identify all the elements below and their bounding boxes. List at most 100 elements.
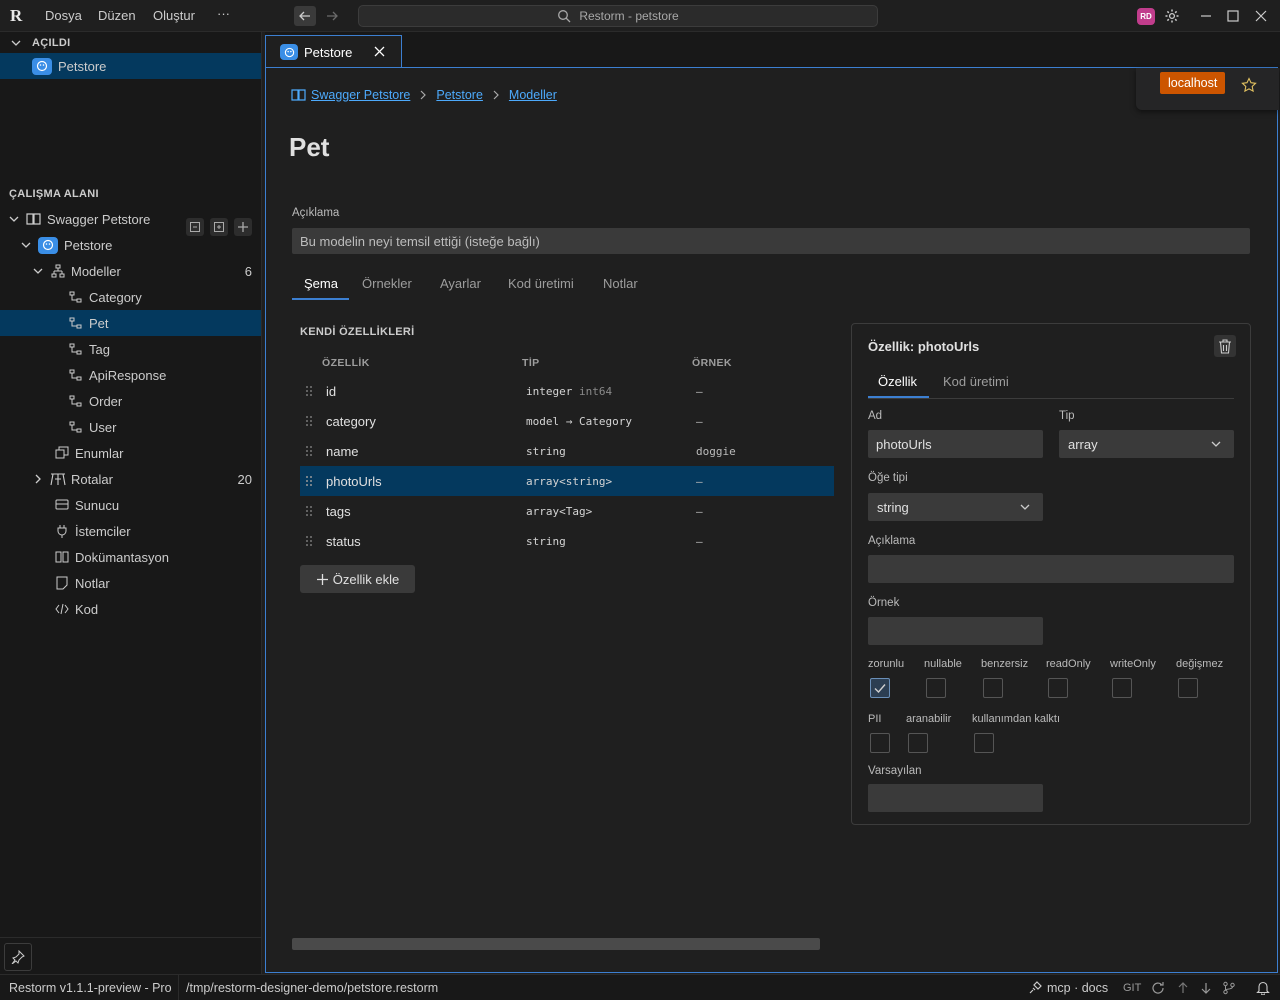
property-row[interactable]: tags array<Tag> — [300,496,834,526]
property-name: name [326,444,359,459]
menu-edit[interactable]: Düzen [98,8,136,23]
example-input[interactable] [868,617,1043,645]
tree-model-item[interactable]: Tag [0,336,261,362]
file-path[interactable]: /tmp/restorm-designer-demo/petstore.rest… [186,981,438,995]
close-window-button[interactable] [1253,8,1269,24]
host-button[interactable]: localhost [1160,72,1226,94]
property-row[interactable]: category model → Category — [300,406,834,436]
description-input[interactable]: Bu modelin neyi temsil ettiği (isteğe ba… [292,228,1250,254]
required-checkbox[interactable] [870,678,890,698]
breadcrumb-link-petstore[interactable]: Petstore [436,88,483,102]
tree-root-swagger-petstore[interactable]: Swagger Petstore [0,206,261,232]
tab-examples[interactable]: Örnekler [362,276,412,291]
property-row-selected[interactable]: photoUrls array<string> — [300,466,834,496]
nullable-checkbox[interactable] [926,678,946,698]
tab-close-button[interactable] [374,46,385,57]
searchable-checkbox[interactable] [908,733,928,753]
drag-handle-icon [306,446,312,456]
model-icon [68,315,84,331]
property-type: array<string> [526,475,613,488]
menu-more[interactable]: ··· [217,6,230,21]
detail-tab-codegen[interactable]: Kod üretimi [943,374,1009,389]
refresh-icon[interactable] [1151,981,1165,995]
tab-settings[interactable]: Ayarlar [440,276,481,291]
name-field[interactable]: photoUrls [868,430,1043,458]
default-input[interactable] [868,784,1043,812]
workspace-section-title: ÇALIŞMA ALANI [9,188,99,200]
writeonly-checkbox[interactable] [1112,678,1132,698]
property-name: tags [326,504,351,519]
chevron-down-icon [6,211,22,227]
menu-create[interactable]: Oluştur [153,8,195,23]
breadcrumb-link-models[interactable]: Modeller [509,88,557,102]
bell-icon[interactable] [1256,980,1270,995]
model-icon [68,393,84,409]
avatar[interactable]: RD [1137,8,1155,25]
readonly-checkbox[interactable] [1048,678,1068,698]
code-icon [54,601,70,617]
type-select[interactable]: array [1059,430,1234,458]
tree-model-item[interactable]: User [0,414,261,440]
tree-model-item[interactable]: Order [0,388,261,414]
tree-api-petstore[interactable]: Petstore [0,232,261,258]
delete-property-button[interactable] [1214,335,1236,357]
pii-checkbox[interactable] [870,733,890,753]
property-row[interactable]: status string — [300,526,834,556]
trash-icon [1219,338,1231,354]
command-center[interactable]: Restorm - petstore [358,5,878,27]
column-header-example: ÖRNEK [692,357,732,369]
mcp-docs-link[interactable]: mcp · docs [1047,981,1108,995]
drag-handle-icon [306,536,312,546]
tree-model-item[interactable]: ApiResponse [0,362,261,388]
tab-schema[interactable]: Şema [304,276,338,291]
unique-checkbox[interactable] [983,678,1003,698]
tree-server[interactable]: Sunucu [0,492,261,518]
property-row[interactable]: id integer int64 — [300,376,834,406]
tree-models-label: Modeller [71,263,121,279]
maximize-button[interactable] [1225,8,1241,24]
models-count: 6 [244,263,252,279]
pin-button[interactable] [4,943,32,971]
back-button[interactable] [294,6,316,26]
tree-code[interactable]: Kod [0,596,261,622]
tab-codegen[interactable]: Kod üretimi [508,276,574,291]
tree-notes[interactable]: Notlar [0,570,261,596]
detail-description-label: Açıklama [868,535,916,547]
favorite-button[interactable] [1241,77,1257,93]
horizontal-scrollbar[interactable] [292,938,820,950]
tree-model-item[interactable]: Category [0,284,261,310]
menu-file[interactable]: Dosya [45,8,82,23]
deprecated-checkbox[interactable] [974,733,994,753]
minimize-button[interactable] [1198,8,1214,24]
add-property-button[interactable]: Özellik ekle [300,565,415,593]
breadcrumb-link-swagger-petstore[interactable]: Swagger Petstore [311,88,410,102]
chevron-down-icon [30,263,46,279]
tree-routes[interactable]: Rotalar 20 [0,466,261,492]
branch-icon[interactable] [1222,981,1236,995]
tab-notes[interactable]: Notlar [603,276,638,291]
tree-server-label: Sunucu [75,497,120,513]
page-title: Pet [289,132,330,162]
tree-model-label: User [89,419,117,435]
active-tab-indicator [292,298,349,300]
forward-button[interactable] [321,6,343,26]
immutable-checkbox[interactable] [1178,678,1198,698]
tree-clients[interactable]: İstemciler [0,518,261,544]
item-type-select[interactable]: string [868,493,1043,521]
tree-models[interactable]: Modeller 6 [0,258,261,284]
tree-enums[interactable]: Enumlar [0,440,261,466]
detail-tab-property[interactable]: Özellik [878,374,917,389]
detail-description-input[interactable] [868,555,1234,583]
opened-item-petstore[interactable]: Petstore [0,53,261,79]
tab-petstore[interactable]: Petstore [265,35,402,68]
chevron-down-icon [11,40,21,46]
routes-count: 20 [237,471,252,487]
pin-icon [11,950,25,964]
pull-icon[interactable] [1199,981,1213,995]
tree-model-item-selected[interactable]: Pet [0,310,261,336]
tree-docs[interactable]: Dokümantasyon [0,544,261,570]
opened-section-header[interactable]: AÇILDI [10,32,70,54]
settings-button[interactable] [1164,8,1180,24]
property-row[interactable]: name string doggie [300,436,834,466]
push-icon[interactable] [1176,981,1190,995]
